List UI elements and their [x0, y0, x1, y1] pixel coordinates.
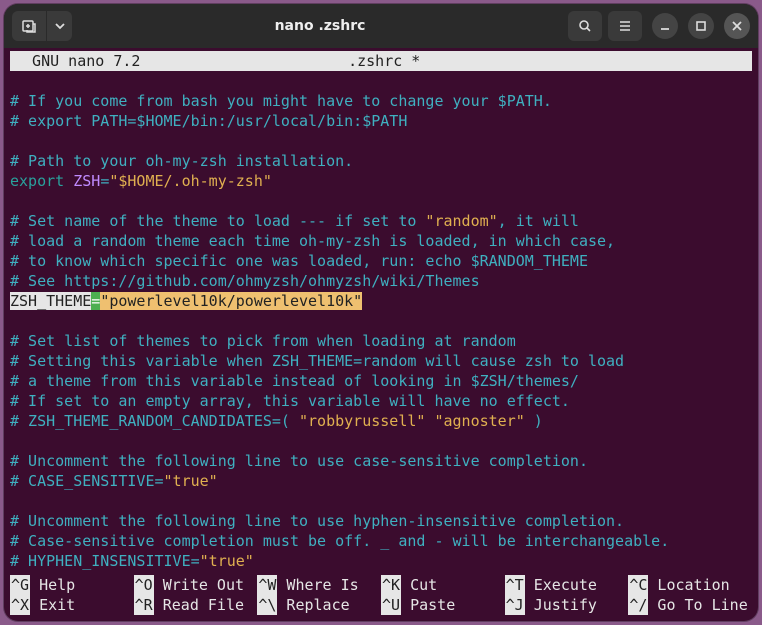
maximize-icon — [693, 18, 709, 34]
code-line: # Uncomment the following line to use ca… — [10, 452, 588, 470]
search-button[interactable] — [568, 11, 602, 41]
code-line: # Set name of the theme to load --- if s… — [10, 212, 579, 230]
menu-button[interactable] — [608, 11, 642, 41]
shortcut-location: ^C Location — [628, 575, 752, 595]
code-line: # CASE_SENSITIVE="true" — [10, 472, 218, 490]
code-line: export ZSH="$HOME/.oh-my-zsh" — [10, 172, 272, 190]
code-line: # ZSH_THEME_RANDOM_CANDIDATES=( "robbyru… — [10, 412, 543, 430]
highlighted-line: ZSH_THEME="powerlevel10k/powerlevel10k" — [10, 292, 362, 310]
code-line: # HYPHEN_INSENSITIVE="true" — [10, 552, 254, 570]
code-line: # If set to an empty array, this variabl… — [10, 392, 570, 410]
shortcut-paste: ^U Paste — [381, 595, 505, 615]
nano-version: GNU nano 7.2 — [14, 51, 140, 71]
shortcut-exit: ^X Exit — [10, 595, 134, 615]
new-tab-icon — [21, 18, 37, 34]
shortcut-whereis: ^W Where Is — [257, 575, 381, 595]
shortcut-execute: ^T Execute — [505, 575, 629, 595]
shortcut-gotoline: ^/ Go To Line — [628, 595, 752, 615]
shortcut-cut: ^K Cut — [381, 575, 505, 595]
close-button[interactable] — [724, 13, 750, 39]
shortcut-justify: ^J Justify — [505, 595, 629, 615]
nano-filename: .zshrc * — [140, 51, 628, 71]
code-line: # Case-sensitive completion must be off.… — [10, 532, 669, 550]
nano-shortcuts: ^G Help ^O Write Out ^W Where Is ^K Cut … — [10, 573, 752, 615]
minimize-icon — [657, 18, 673, 34]
shortcut-readfile: ^R Read File — [134, 595, 258, 615]
shortcut-help: ^G Help — [10, 575, 134, 595]
shortcut-writeout: ^O Write Out — [134, 575, 258, 595]
terminal-window: nano .zshrc GNU nano 7.2 .zshrc * # If y… — [4, 4, 758, 621]
code-line: # Setting this variable when ZSH_THEME=r… — [10, 352, 624, 370]
code-line: # Set list of themes to pick from when l… — [10, 332, 516, 350]
code-line: # load a random theme each time oh-my-zs… — [10, 232, 615, 250]
code-line: # Path to your oh-my-zsh installation. — [10, 152, 353, 170]
code-line: # See https://github.com/ohmyzsh/ohmyzsh… — [10, 272, 480, 290]
new-tab-dropdown[interactable] — [46, 11, 72, 41]
editor-content[interactable]: # If you come from bash you might have t… — [10, 71, 752, 573]
search-icon — [577, 18, 593, 34]
titlebar: nano .zshrc — [4, 4, 758, 48]
shortcut-replace: ^\ Replace — [257, 595, 381, 615]
maximize-button[interactable] — [688, 13, 714, 39]
code-line: # export PATH=$HOME/bin:/usr/local/bin:$… — [10, 112, 407, 130]
terminal-body[interactable]: GNU nano 7.2 .zshrc * # If you come from… — [4, 48, 758, 621]
code-line: # a theme from this variable instead of … — [10, 372, 579, 390]
nano-statusbar: GNU nano 7.2 .zshrc * — [10, 51, 752, 71]
new-tab-button[interactable] — [12, 11, 46, 41]
hamburger-icon — [617, 18, 633, 34]
code-line: # If you come from bash you might have t… — [10, 92, 552, 110]
window-title: nano .zshrc — [78, 18, 562, 34]
close-icon — [729, 18, 745, 34]
new-tab-group — [12, 11, 72, 41]
chevron-down-icon — [52, 18, 68, 34]
minimize-button[interactable] — [652, 13, 678, 39]
code-line: # Uncomment the following line to use hy… — [10, 512, 624, 530]
code-line: # to know which specific one was loaded,… — [10, 252, 588, 270]
